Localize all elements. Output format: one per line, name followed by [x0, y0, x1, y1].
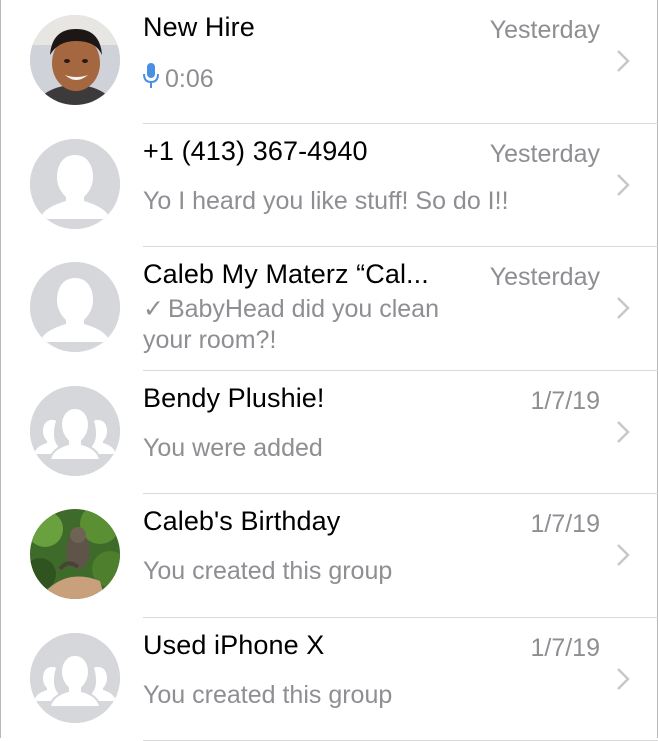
avatar [30, 509, 120, 599]
avatar [30, 386, 120, 476]
chevron-right-icon [616, 419, 630, 445]
avatar [30, 139, 120, 229]
chat-date: Yesterday [490, 263, 600, 292]
chat-preview: 0:06 [143, 62, 214, 98]
chat-row[interactable]: Bendy Plushie! 1/7/19 You were added [0, 371, 658, 495]
chevron-right-icon [616, 295, 630, 321]
group-placeholder-icon [30, 386, 120, 476]
chat-name: Bendy Plushie! [143, 383, 325, 414]
message-text: BabyHead did you clean your room?! [143, 295, 439, 354]
chat-date: 1/7/19 [530, 387, 600, 416]
chat-list: New Hire Yesterday 0:06 +1 (413) 367-494… [0, 0, 658, 741]
chat-name: Caleb's Birthday [143, 506, 340, 537]
chevron-right-icon [616, 542, 630, 568]
chat-row[interactable]: Caleb My Materz “Cal... Yesterday ✓BabyH… [0, 247, 658, 371]
chat-row[interactable]: Caleb's Birthday 1/7/19 You created this… [0, 494, 658, 618]
chevron-right-icon [616, 48, 630, 74]
chat-name: Caleb My Materz “Cal... [143, 259, 429, 290]
person-placeholder-icon [30, 139, 120, 229]
chat-row[interactable]: Used iPhone X 1/7/19 You created this gr… [0, 618, 658, 741]
avatar [30, 15, 120, 105]
chat-preview: ✓BabyHead did you clean your room?! [143, 294, 473, 356]
chevron-right-icon [616, 666, 630, 692]
chat-row[interactable]: +1 (413) 367-4940 Yesterday Yo I heard y… [0, 124, 658, 248]
chat-row[interactable]: New Hire Yesterday 0:06 [0, 0, 658, 124]
chat-preview: You were added [143, 433, 323, 464]
microphone-icon [143, 62, 159, 98]
avatar [30, 633, 120, 723]
chat-preview: You created this group [143, 556, 392, 587]
chat-date: Yesterday [490, 140, 600, 169]
chat-name: Used iPhone X [143, 630, 324, 661]
chat-name: New Hire [143, 12, 255, 43]
chat-date: 1/7/19 [530, 510, 600, 539]
boy-photo-icon [30, 15, 120, 105]
chat-date: Yesterday [490, 16, 600, 45]
chat-preview: You created this group [143, 680, 392, 711]
person-placeholder-icon [30, 262, 120, 352]
avatar [30, 262, 120, 352]
chat-date: 1/7/19 [530, 634, 600, 663]
monkey-photo-icon [30, 509, 120, 599]
group-placeholder-icon [30, 633, 120, 723]
chat-name: +1 (413) 367-4940 [143, 136, 368, 167]
voice-duration: 0:06 [165, 65, 214, 93]
checkmark-icon: ✓ [143, 294, 164, 325]
chat-preview: Yo I heard you like stuff! So do I!! [143, 186, 509, 217]
chevron-right-icon [616, 172, 630, 198]
